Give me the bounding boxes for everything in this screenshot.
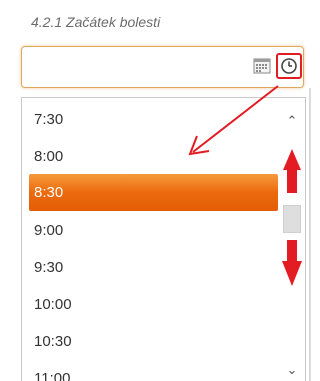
field-label: 4.2.1 Začátek bolesti — [31, 14, 161, 30]
dropdown-scrollbar[interactable]: ⌃ ⌄ — [278, 98, 305, 381]
time-option[interactable]: 9:30 — [29, 249, 278, 286]
time-option[interactable]: 9:00 — [29, 212, 278, 249]
scroll-down-icon[interactable]: ⌄ — [284, 363, 300, 377]
scroll-up-icon[interactable]: ⌃ — [284, 114, 300, 128]
clock-icon — [281, 58, 297, 74]
clock-button[interactable] — [276, 53, 302, 79]
time-option[interactable]: 11:00 — [29, 360, 278, 381]
time-option-selected[interactable]: 8:30 — [29, 174, 278, 211]
time-dropdown[interactable]: 7:30 8:00 8:30 9:00 9:30 10:00 10:30 11:… — [21, 97, 306, 381]
time-picker-screen: 4.2.1 Začátek bolesti 7:30 8:00 8:30 9:0… — [0, 0, 320, 381]
time-option[interactable]: 10:00 — [29, 286, 278, 323]
time-option[interactable]: 10:30 — [29, 323, 278, 360]
scroll-thumb[interactable] — [283, 205, 301, 233]
calendar-icon[interactable] — [253, 56, 271, 74]
time-option[interactable]: 7:30 — [29, 101, 278, 138]
panel-edge — [309, 88, 311, 381]
time-option[interactable]: 8:00 — [29, 138, 278, 175]
